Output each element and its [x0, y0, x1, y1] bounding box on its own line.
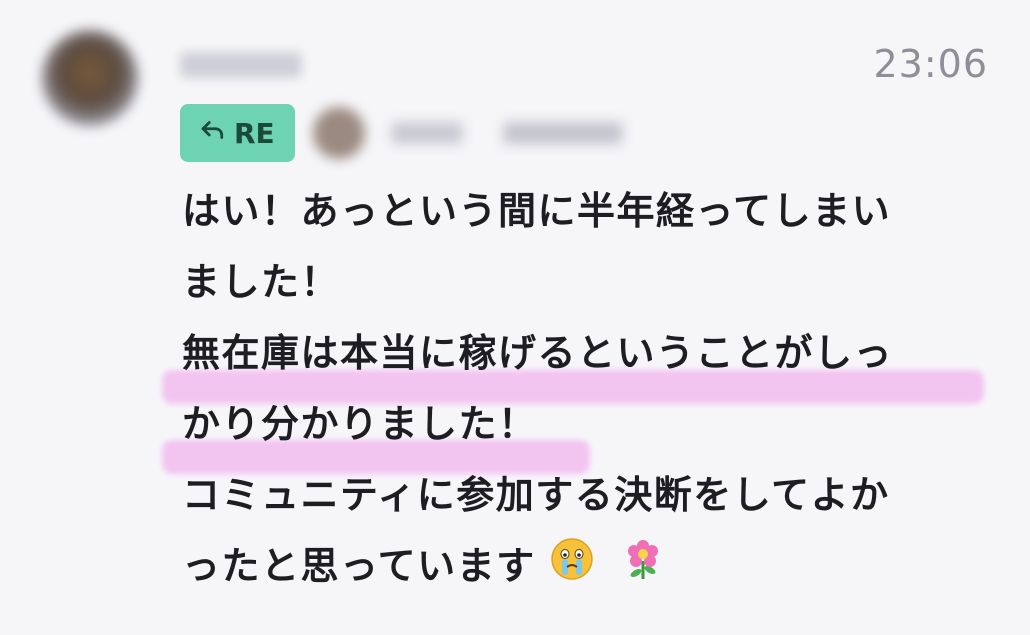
message-line: かり分かりました！ — [182, 402, 538, 446]
message-body: はい！あっという間に半年経ってしまい ました！ 無在庫は本当に稼げるということが… — [182, 176, 1012, 604]
reply-badge[interactable]: RE — [180, 104, 295, 162]
flower-emoji — [621, 533, 665, 604]
message-timestamp: 23:06 — [873, 42, 988, 86]
message-line: はい！あっという間に半年経ってしまい — [182, 189, 892, 233]
quoted-name — [390, 122, 463, 144]
sender-name-blurred[interactable] — [180, 52, 302, 78]
message-line-text: ったと思っています — [182, 544, 536, 588]
sender-avatar[interactable] — [42, 30, 138, 126]
message-line: ました！ — [182, 260, 341, 304]
message-line: 無在庫は本当に稼げるということがしっ — [182, 331, 894, 375]
quoted-text — [502, 122, 623, 144]
reply-arrow-icon — [198, 115, 234, 152]
message-line-last: ったと思っています — [182, 531, 1012, 604]
reply-reference[interactable]: RE — [180, 104, 623, 162]
message-line: コミュニティに参加する決断をしてよか — [182, 473, 890, 517]
quoted-avatar — [312, 107, 365, 159]
crying-face-emoji — [550, 533, 594, 604]
quoted-message-blurred[interactable] — [312, 107, 623, 159]
reply-badge-label: RE — [234, 116, 275, 150]
